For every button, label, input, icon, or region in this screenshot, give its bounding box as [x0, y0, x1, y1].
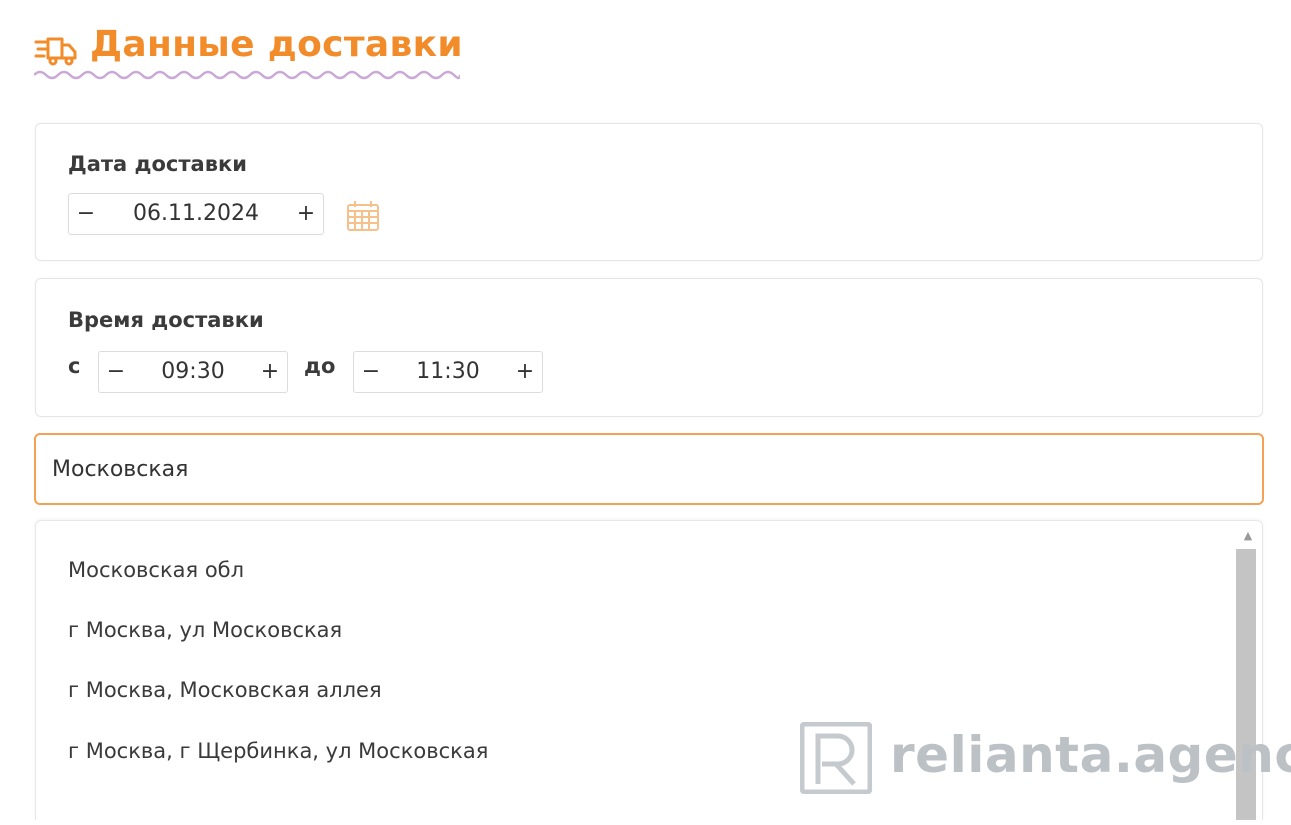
page-title: Данные доставки	[90, 24, 463, 65]
suggestion-item[interactable]: Московская обл	[68, 558, 244, 582]
section-header: Данные доставки	[34, 14, 464, 84]
suggestion-item[interactable]: г Москва, ул Московская	[68, 618, 342, 642]
time-from-increment-button[interactable]: +	[255, 352, 285, 392]
suggestion-item[interactable]: г Москва, г Щербинка, ул Московская	[68, 739, 488, 763]
time-to-stepper[interactable]: − 11:30 +	[353, 351, 543, 393]
relianta-logo-icon	[800, 722, 872, 794]
address-input[interactable]	[34, 433, 1264, 505]
watermark-text: relianta.agency	[890, 726, 1291, 784]
title-underline-wave	[34, 70, 460, 80]
calendar-icon[interactable]	[346, 200, 380, 232]
delivery-time-label: Время доставки	[68, 308, 264, 332]
delivery-time-card: Время доставки с − 09:30 + до − 11:30 +	[35, 278, 1263, 417]
suggestion-item[interactable]: г Москва, Московская аллея	[68, 678, 382, 702]
scroll-up-arrow-icon[interactable]: ▲	[1240, 529, 1256, 543]
delivery-date-label: Дата доставки	[68, 152, 247, 176]
date-stepper[interactable]: − 06.11.2024 +	[68, 193, 324, 235]
date-decrement-button[interactable]: −	[71, 194, 101, 234]
time-from-value[interactable]: 09:30	[129, 352, 257, 392]
date-value[interactable]: 06.11.2024	[99, 194, 293, 234]
time-to-increment-button[interactable]: +	[510, 352, 540, 392]
time-from-decrement-button[interactable]: −	[101, 352, 131, 392]
time-to-value[interactable]: 11:30	[384, 352, 512, 392]
delivery-date-card: Дата доставки − 06.11.2024 +	[35, 123, 1263, 261]
time-to-decrement-button[interactable]: −	[356, 352, 386, 392]
truck-icon	[34, 37, 77, 66]
date-increment-button[interactable]: +	[291, 194, 321, 234]
watermark: relianta.agency	[800, 722, 1291, 796]
time-from-label: с	[68, 354, 81, 378]
time-from-stepper[interactable]: − 09:30 +	[98, 351, 288, 393]
time-to-label: до	[304, 354, 336, 378]
